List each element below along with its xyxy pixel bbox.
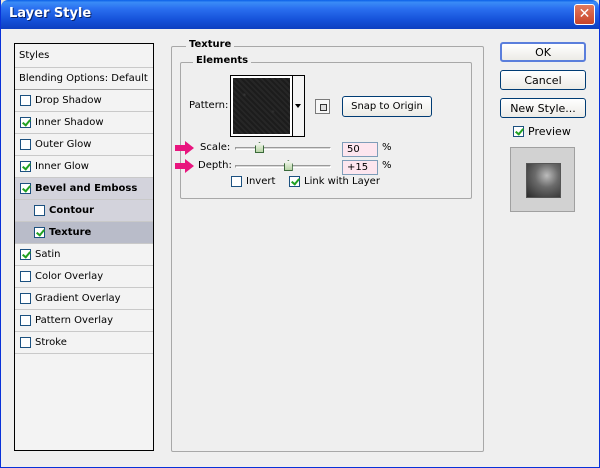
cancel-button[interactable]: Cancel: [500, 70, 586, 90]
scale-label: Scale:: [200, 142, 231, 153]
depth-input[interactable]: +15: [342, 160, 378, 175]
blending-options-label: Blending Options: Default: [19, 73, 148, 84]
invert-checkbox[interactable]: [231, 176, 242, 187]
preview-label: Preview: [528, 125, 571, 138]
style-item-inner-glow[interactable]: Inner Glow: [15, 156, 153, 178]
scale-input[interactable]: 50: [342, 142, 378, 157]
style-item-checkbox[interactable]: [20, 249, 31, 260]
link-with-layer-checkbox[interactable]: [289, 176, 300, 187]
style-item-label: Outer Glow: [35, 139, 92, 150]
style-item-bevel-and-emboss[interactable]: Bevel and Emboss: [15, 178, 153, 200]
style-item-texture[interactable]: Texture: [15, 222, 153, 244]
style-item-checkbox[interactable]: [20, 95, 31, 106]
style-item-checkbox[interactable]: [20, 117, 31, 128]
style-item-inner-shadow[interactable]: Inner Shadow: [15, 112, 153, 134]
style-item-checkbox[interactable]: [20, 183, 31, 194]
style-item-contour[interactable]: Contour: [15, 200, 153, 222]
style-item-checkbox[interactable]: [20, 161, 31, 172]
style-item-outer-glow[interactable]: Outer Glow: [15, 134, 153, 156]
scale-arrow-icon: [175, 141, 195, 155]
scale-slider-track[interactable]: [235, 147, 331, 150]
style-item-label: Satin: [35, 249, 61, 260]
style-item-label: Color Overlay: [35, 271, 104, 282]
style-item-label: Inner Shadow: [35, 117, 104, 128]
pattern-swatch[interactable]: [230, 75, 293, 137]
depth-label: Depth:: [198, 160, 232, 171]
pattern-label: Pattern:: [189, 100, 229, 111]
style-item-checkbox[interactable]: [34, 205, 45, 216]
style-item-gradient-overlay[interactable]: Gradient Overlay: [15, 288, 153, 310]
style-item-label: Texture: [49, 227, 92, 238]
new-preset-icon[interactable]: [315, 99, 330, 114]
style-item-label: Pattern Overlay: [35, 315, 114, 326]
style-item-color-overlay[interactable]: Color Overlay: [15, 266, 153, 288]
layer-style-dialog: Layer Style ✕ Styles Blending Options: D…: [0, 0, 600, 468]
window-title: Layer Style: [9, 6, 92, 21]
new-style-button[interactable]: New Style...: [500, 98, 586, 118]
invert-checkbox-row[interactable]: Invert: [231, 176, 275, 187]
scale-percent: %: [382, 142, 392, 153]
styles-header-label: Styles: [19, 50, 50, 61]
depth-arrow-icon: [175, 159, 195, 173]
style-item-satin[interactable]: Satin: [15, 244, 153, 266]
link-with-layer-label: Link with Layer: [304, 176, 380, 187]
style-item-label: Contour: [49, 205, 95, 216]
depth-percent: %: [382, 160, 392, 171]
blending-options[interactable]: Blending Options: Default: [15, 68, 153, 90]
style-item-checkbox[interactable]: [20, 315, 31, 326]
styles-header[interactable]: Styles: [15, 44, 153, 68]
preview-checkbox-row[interactable]: Preview: [513, 125, 571, 138]
style-item-checkbox[interactable]: [20, 293, 31, 304]
style-item-checkbox[interactable]: [20, 337, 31, 348]
style-item-pattern-overlay[interactable]: Pattern Overlay: [15, 310, 153, 332]
style-item-label: Gradient Overlay: [35, 293, 121, 304]
style-item-checkbox[interactable]: [20, 139, 31, 150]
snap-to-origin-button[interactable]: Snap to Origin: [342, 96, 432, 117]
style-item-drop-shadow[interactable]: Drop Shadow: [15, 90, 153, 112]
styles-list: Styles Blending Options: Default Drop Sh…: [14, 43, 154, 451]
link-with-layer-row[interactable]: Link with Layer: [289, 176, 380, 187]
style-item-label: Drop Shadow: [35, 95, 102, 106]
elements-group-title: Elements: [193, 55, 252, 66]
style-item-label: Inner Glow: [35, 161, 89, 172]
style-preview: [510, 147, 575, 212]
texture-group-title: Texture: [186, 39, 235, 50]
preview-thumbnail: [526, 163, 561, 198]
style-item-label: Stroke: [35, 337, 67, 348]
style-item-checkbox[interactable]: [20, 271, 31, 282]
pattern-dropdown-arrow-icon[interactable]: [293, 75, 305, 137]
depth-slider-track[interactable]: [235, 165, 331, 168]
style-item-label: Bevel and Emboss: [35, 183, 138, 194]
style-item-stroke[interactable]: Stroke: [15, 332, 153, 354]
style-item-checkbox[interactable]: [34, 227, 45, 238]
close-icon[interactable]: ✕: [574, 4, 595, 25]
invert-label: Invert: [246, 176, 276, 187]
title-bar[interactable]: Layer Style ✕: [1, 0, 599, 29]
preview-checkbox[interactable]: [513, 126, 524, 137]
ok-button[interactable]: OK: [500, 42, 586, 62]
dialog-client: Styles Blending Options: Default Drop Sh…: [1, 29, 599, 467]
